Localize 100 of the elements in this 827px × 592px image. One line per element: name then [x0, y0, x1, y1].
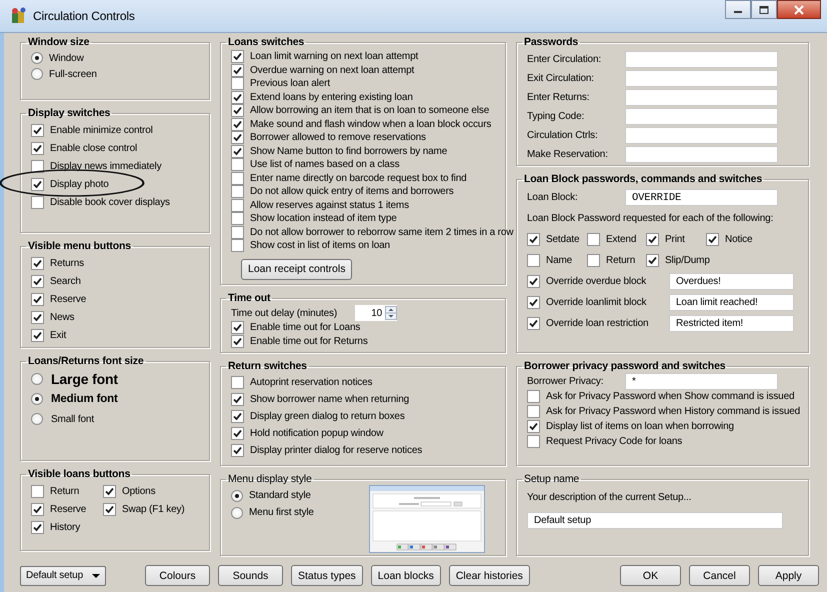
group-title: Borrower privacy password and switches [523, 360, 726, 372]
action-button[interactable]: Loan blocks [370, 565, 441, 586]
group-title: Loan Block passwords, commands and switches [523, 173, 764, 185]
checkbox-label: Extend loans by entering existing loan [250, 92, 413, 103]
group-title: Visible menu buttons [27, 240, 132, 252]
field-label: Loan Block: [527, 192, 579, 203]
checkbox-label: Slip/Dump [665, 255, 710, 266]
checkbox-label: Request Privacy Code for loans [546, 436, 682, 447]
group-title: Loans switches [227, 36, 306, 48]
checkbox-label: Print [665, 234, 685, 245]
radio-label: Large font [51, 371, 118, 387]
field-label: Make Reservation: [527, 149, 609, 160]
action-button[interactable]: Sounds [218, 565, 283, 586]
field-label: Exit Circulation: [527, 73, 595, 84]
checkbox-label: History [50, 522, 80, 532]
hint-text: Your description of the current Setup... [527, 492, 692, 502]
field-label: Enter Circulation: [527, 54, 602, 65]
checkbox-label: Setdate [546, 234, 580, 245]
action-button[interactable]: Clear histories [448, 565, 530, 586]
checkbox-label: Borrower allowed to remove reservations [250, 132, 426, 144]
group-title: Loans/Returns font size [27, 355, 145, 367]
checkbox-label: Options [122, 486, 156, 496]
group-title: Window size [27, 36, 90, 48]
field-label: Circulation Ctrls: [527, 130, 599, 141]
checkbox-label: Do not allow borrower to reborrow same item 2 times in a row [250, 226, 514, 238]
checkbox-label: Do not allow quick entry of items and borrowers [250, 186, 454, 198]
checkbox-label: Extend [606, 234, 636, 245]
dialog-button[interactable]: Cancel [689, 565, 750, 586]
radio-label: Menu first style [249, 507, 314, 518]
checkbox-label: Exit [50, 330, 66, 340]
checkbox-label: Enable close control [50, 142, 138, 154]
dialog-button[interactable]: Apply [758, 565, 819, 586]
checkbox-label: Allow borrowing an item that is on loan to someone else [250, 105, 490, 116]
spin-field[interactable]: 10 [355, 305, 398, 321]
checkbox-label: Return [50, 486, 80, 496]
radio-label: Small font [51, 414, 94, 424]
group-title: Display switches [27, 107, 112, 119]
checkbox-label: News [50, 312, 74, 322]
input-field[interactable]: Restricted item! [669, 315, 794, 332]
checkbox-label: Overdue warning on next loan attempt [250, 64, 414, 76]
input-field[interactable]: Loan limit reached! [669, 294, 794, 311]
radio-label: Full-screen [49, 68, 97, 80]
group-title: Visible loans buttons [27, 468, 132, 480]
checkbox-label: Display list of items on loan when borrowing [546, 421, 734, 432]
checkbox-label: Returns [50, 258, 84, 268]
checkbox-label: Notice [725, 234, 752, 245]
checkbox-label: Display printer dialog for reserve notices [250, 445, 422, 456]
loan-receipt-button[interactable]: Loan receipt controls [241, 258, 352, 280]
checkbox-label: Enter name directly on barcode request box to find [250, 172, 467, 184]
checkbox-label: Override loanlimit block [546, 297, 648, 308]
action-button[interactable]: Status types [291, 565, 363, 586]
checkbox-label: Display green dialog to return boxes [250, 411, 405, 422]
group-title: Menu display style [227, 473, 313, 485]
group-title: Setup name [523, 473, 580, 485]
checkbox-label: Name [546, 255, 572, 266]
checkbox-label: Override loan restriction [546, 318, 650, 329]
checkbox-label: Show location instead of item type [250, 213, 397, 224]
checkbox-label: Show borrower name when returning [250, 394, 410, 405]
action-button[interactable]: Colours [145, 565, 210, 586]
checkbox-label: Display news immediately [50, 160, 162, 172]
checkbox-label: Show Name button to find borrowers by name [250, 146, 448, 157]
checkbox-label: Ask for Privacy Password when Show command is issued [546, 391, 794, 402]
radio-label: Standard style [249, 490, 311, 501]
field-label: Borrower Privacy: [527, 376, 604, 387]
checkbox-label: Disable book cover displays [50, 196, 170, 208]
checkbox-label: Allow reserves against status 1 items [250, 200, 409, 211]
field-label: Time out delay (minutes) [231, 308, 338, 318]
checkbox-label: Reserve [50, 504, 86, 514]
checkbox-label: Make sound and flash window when a loan block occurs [250, 118, 492, 130]
group-title: Passwords [523, 36, 580, 48]
field-label: Enter Returns: [527, 92, 590, 103]
group-title: Time out [227, 292, 272, 304]
checkbox-label: Enable time out for Loans [250, 322, 360, 332]
checkbox-label: Previous loan alert [250, 78, 330, 90]
checkbox-label: Display photo [50, 178, 109, 190]
input-field[interactable]: OVERRIDE [625, 189, 778, 206]
checkbox-label: Ask for Privacy Password when History command is issued [546, 406, 800, 417]
radio-label: Medium font [51, 393, 118, 405]
checkbox-label: Loan limit warning on next loan attempt [250, 51, 418, 62]
input-field[interactable]: * [625, 373, 778, 390]
group-title: Return switches [227, 360, 308, 372]
checkbox-label: Enable minimize control [50, 124, 153, 136]
checkbox-label: Reserve [50, 294, 86, 304]
input-field[interactable]: Overdues! [669, 273, 794, 290]
checkbox-label: Search [50, 276, 81, 286]
checkbox-label: Override overdue block [546, 276, 648, 287]
window-title: Circulation Controls [33, 9, 135, 23]
checkbox-label: Enable time out for Returns [250, 336, 368, 346]
checkbox-label: Return [606, 255, 636, 266]
input-field[interactable]: Default setup [527, 512, 783, 528]
dialog-button[interactable]: OK [620, 565, 681, 586]
checkbox-label: Use list of names based on a class [250, 159, 400, 170]
checkbox-label: Autoprint reservation notices [250, 377, 372, 388]
checkbox-label: Show cost in list of items on loan [250, 240, 390, 252]
field-label: Typing Code: [527, 111, 586, 122]
checkbox-label: Swap (F1 key) [122, 504, 185, 514]
checkbox-label: Hold notification popup window [250, 428, 384, 439]
setup-dropdown[interactable]: Default setup [20, 566, 106, 586]
radio-label: Window [49, 52, 84, 64]
hint-text: Loan Block Password requested for each of the following: [527, 213, 774, 224]
